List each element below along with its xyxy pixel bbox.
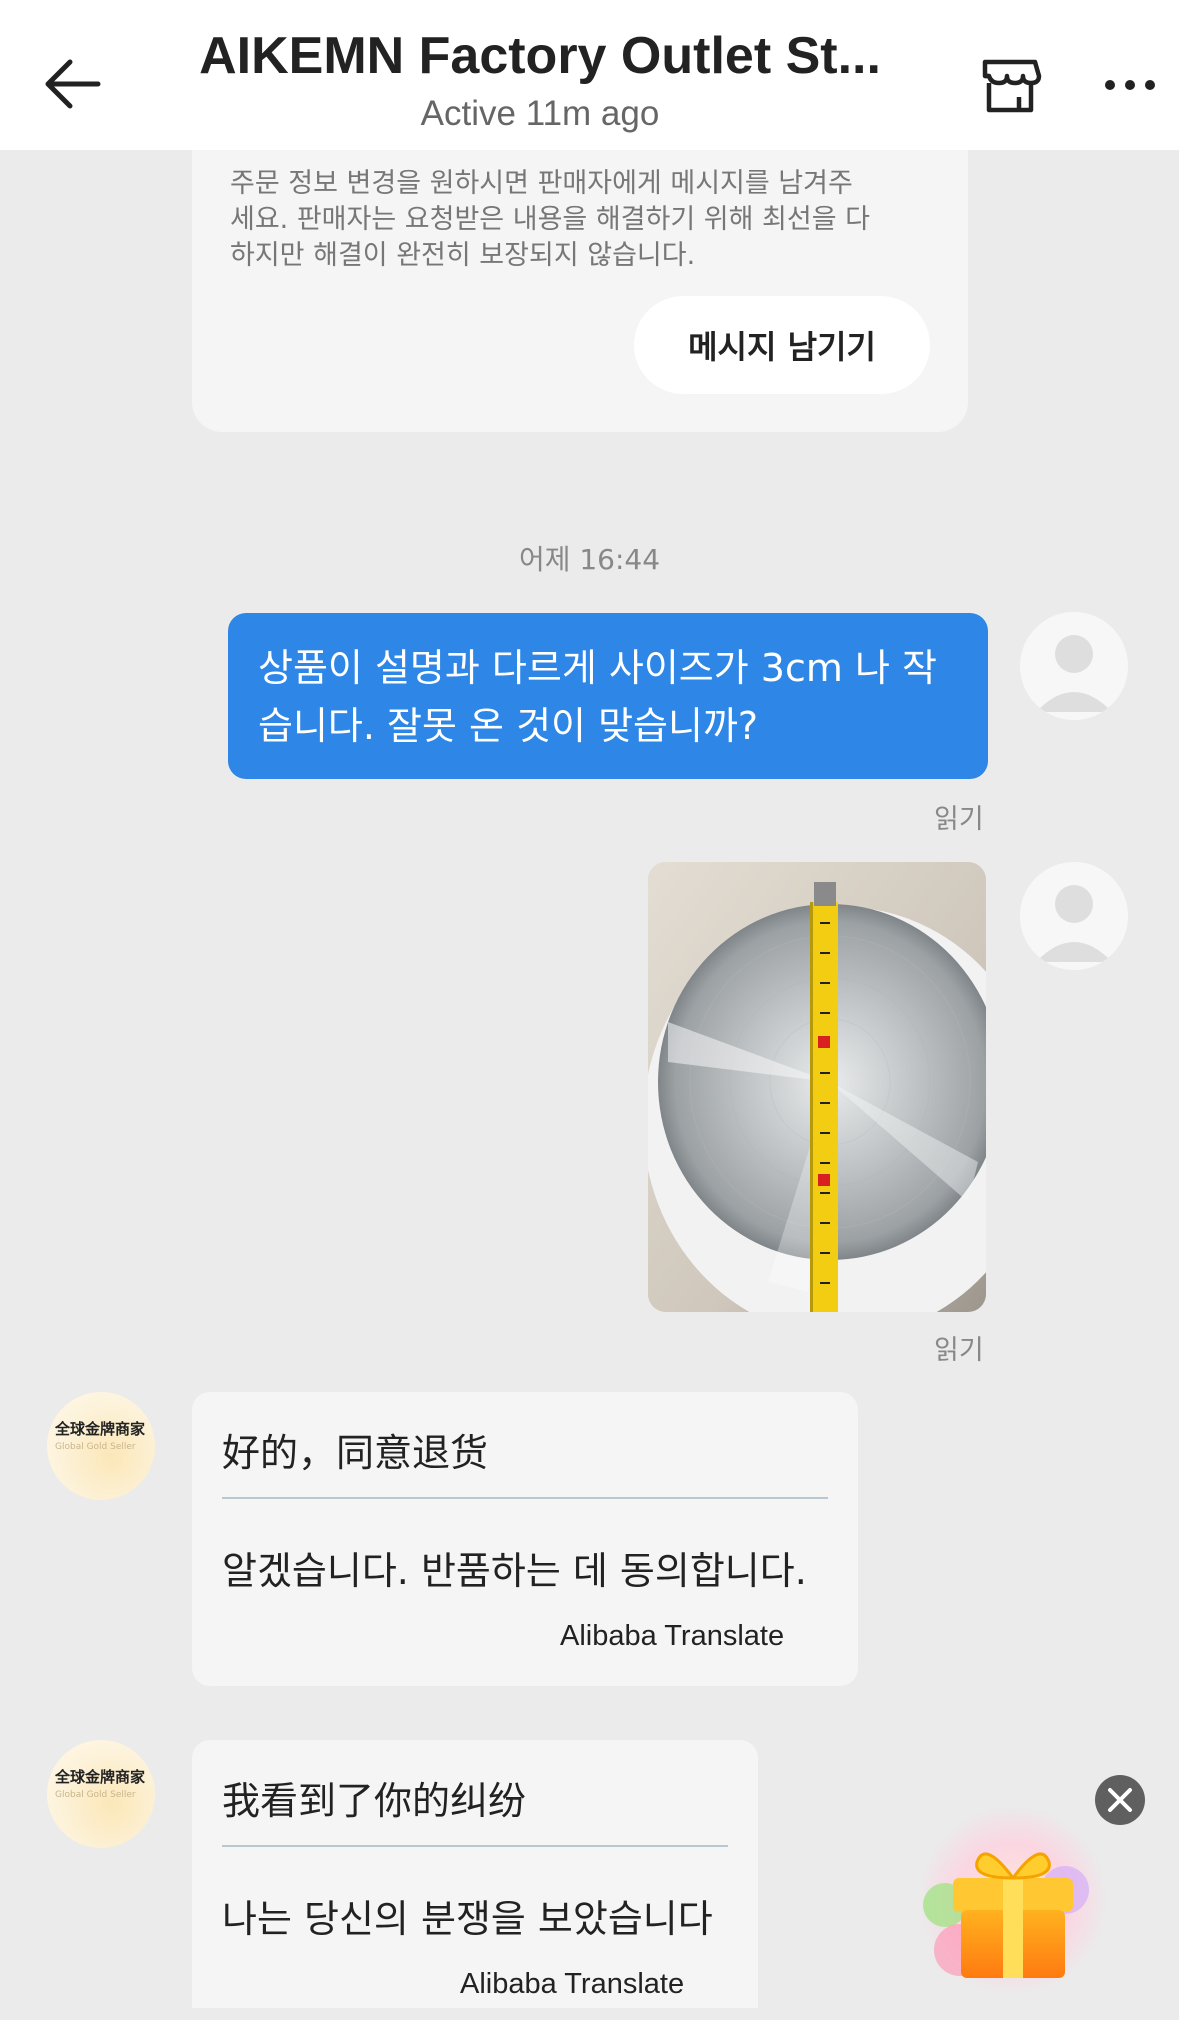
seller-message-bubble[interactable]: 好的，同意退货 알겠습니다. 반품하는 데 동의합니다. Alibaba Tra… (192, 1392, 858, 1686)
original-text: 好的，同意退货 (222, 1431, 489, 1475)
translated-text: 나는 당신의 분쟁을 보았습니다 (222, 1897, 713, 1941)
store-name-title: AIKEMN Factory Outlet St... (199, 27, 881, 85)
leave-message-button[interactable]: 메시지 남기기 (634, 296, 930, 394)
user-message-bubble[interactable]: 상품이 설명과 다르게 사이즈가 3cm 나 작습니다. 잘못 온 것이 맞습니… (228, 613, 988, 779)
gold-seller-badge-sublabel: Global Gold Seller (55, 1790, 136, 1800)
user-avatar[interactable] (1020, 862, 1128, 970)
user-photo-message[interactable] (648, 862, 986, 1312)
message-timestamp: 어제 16:44 (518, 543, 661, 576)
translation-divider (222, 1845, 728, 1847)
translated-text: 알겠습니다. 반품하는 데 동의합니다. (222, 1549, 807, 1593)
seller-message-bubble[interactable]: 我看到了你的纠纷 나는 당신의 분쟁을 보았습니다 Alibaba Transl… (192, 1740, 758, 2008)
read-receipt: 읽기 (934, 804, 984, 835)
more-options-icon[interactable] (1100, 55, 1160, 115)
close-promo-icon[interactable] (1094, 1774, 1146, 1826)
translation-credit: Alibaba Translate (560, 1620, 785, 1652)
user-avatar[interactable] (1020, 612, 1128, 720)
back-arrow-icon[interactable] (40, 50, 110, 120)
gold-seller-badge-label: 全球金牌商家 (55, 1768, 146, 1786)
original-text: 我看到了你的纠纷 (222, 1779, 527, 1823)
translation-credit: Alibaba Translate (460, 1968, 685, 2000)
gift-promo-icon[interactable] (905, 1800, 1108, 2000)
chat-header: AIKEMN Factory Outlet St... Active 11m a… (0, 0, 1179, 150)
translation-divider (222, 1497, 828, 1499)
seller-avatar[interactable]: 全球金牌商家 Global Gold Seller (47, 1740, 155, 1848)
gold-seller-badge-label: 全球金牌商家 (55, 1420, 146, 1438)
seller-avatar[interactable]: 全球金牌商家 Global Gold Seller (47, 1392, 155, 1500)
gold-seller-badge-sublabel: Global Gold Seller (55, 1442, 136, 1452)
notice-text: 주문 정보 변경을 원하시면 판매자에게 메시지를 남겨주세요. 판매자는 요청… (230, 168, 870, 271)
active-status: Active 11m ago (420, 94, 660, 133)
store-icon[interactable] (975, 50, 1045, 120)
read-receipt: 읽기 (934, 1335, 984, 1366)
